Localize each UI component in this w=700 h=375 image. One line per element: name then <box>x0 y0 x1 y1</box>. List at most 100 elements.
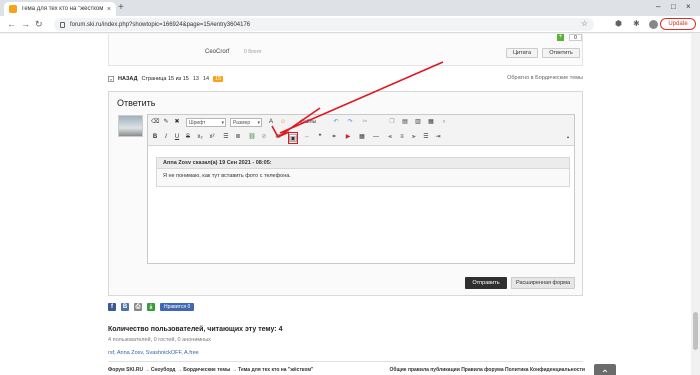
subscript-icon[interactable]: x₂ <box>196 133 204 141</box>
reply-box: Ответить ⌫ ✎ ✖ Шрифт Размер A ☺ файлы ↶ … <box>108 91 583 296</box>
bullet-list-icon[interactable]: ☰ <box>222 133 230 141</box>
post-blogs[interactable]: 0 блогя <box>244 49 261 55</box>
number-list-icon[interactable]: ≣ <box>234 133 242 141</box>
quote-header: Anna Zosv сказал(а) 19 Сен 2021 - 08:05: <box>157 158 569 169</box>
back-link[interactable]: НАЗАД <box>118 76 137 82</box>
advanced-form-button[interactable]: Расширенная форма <box>511 277 575 289</box>
close-tab-icon[interactable]: × <box>107 6 111 13</box>
paste-word-icon[interactable]: ▦ <box>427 118 435 126</box>
minimize-icon[interactable]: – <box>656 2 660 11</box>
back-to-section-link[interactable]: Обратно в Бордические темы <box>507 75 583 81</box>
reply-button[interactable]: Ответить <box>542 48 580 58</box>
quote-button[interactable]: Цитата <box>506 48 538 58</box>
justify-icon[interactable]: ☰ <box>422 133 430 141</box>
align-left-icon[interactable]: ⫷ <box>386 133 394 141</box>
undo-format-icon[interactable]: ⌫ <box>151 118 159 126</box>
close-window-icon[interactable]: × <box>686 2 691 11</box>
expand-toolbar-icon[interactable]: ▴ <box>564 133 572 141</box>
rich-text-editor: ⌫ ✎ ✖ Шрифт Размер A ☺ файлы ↶ ↷ ✂ ❐ ▤ ▥… <box>147 114 575 264</box>
post-author[interactable]: CeoCrorf <box>205 49 229 55</box>
users-reading-list[interactable]: rsf, Anna Zosv, SvashnickOFF, A.free <box>108 350 199 356</box>
download-icon[interactable]: ⤓ <box>147 303 155 311</box>
media-icon[interactable]: ⇔ <box>303 133 311 141</box>
new-tab-button[interactable]: + <box>118 2 124 14</box>
send-button[interactable]: Отправить <box>465 277 507 289</box>
scroll-to-top-icon[interactable]: ⌃ <box>594 364 616 375</box>
youtube-icon[interactable]: ▶ <box>344 133 352 141</box>
undo-icon[interactable]: ↶ <box>332 118 340 126</box>
hr-icon[interactable]: ― <box>372 133 380 141</box>
find-icon[interactable]: ⌕ <box>440 118 448 126</box>
facebook-icon[interactable]: f <box>108 303 116 311</box>
footer-links[interactable]: Общие правила публикации Правила форума … <box>390 367 586 373</box>
bookmark-star-icon[interactable]: ☆ <box>581 19 588 28</box>
underline-icon[interactable]: U <box>173 133 181 141</box>
site-favicon-icon <box>9 5 17 13</box>
facebook-like-button[interactable]: Нравится 0 <box>160 303 195 311</box>
previous-post: CeoCrorf 0 блогя + 0 Цитата Ответить <box>108 34 583 66</box>
unlink-icon[interactable]: ⊘ <box>260 133 268 141</box>
prev-page-icon[interactable]: « <box>108 75 114 82</box>
emoticon-icon[interactable]: ☺ <box>279 118 287 126</box>
quote-icon[interactable]: ❝ <box>316 133 324 141</box>
vk-icon[interactable]: B <box>121 303 129 311</box>
page-link-14[interactable]: 14 <box>203 76 209 82</box>
forum-page: CeoCrorf 0 блогя + 0 Цитата Ответить « Н… <box>98 34 595 375</box>
maximize-icon[interactable]: □ <box>671 2 676 11</box>
strike-icon[interactable]: S <box>184 133 192 141</box>
tab-title: Тема для тех кто на "жёстком" <box>21 6 103 12</box>
vote-count: 0 <box>569 34 582 41</box>
redo-icon[interactable]: ↷ <box>346 118 354 126</box>
users-reading-subtitle: 4 пользователей, 0 гостей, 0 анонимных <box>108 337 211 343</box>
annotation-highlight-box <box>288 132 298 144</box>
quote-body: Я не понимаю, как тут вставить фото с те… <box>163 173 291 179</box>
browser-tab[interactable]: Тема для тех кто на "жёстком" × <box>4 2 116 16</box>
pagination: « НАЗАД Страница 15 из 15 13 14 15 Обрат… <box>108 74 583 83</box>
scrollbar-thumb[interactable] <box>693 312 698 350</box>
tab-bar: Тема для тех кто на "жёстком" × + – □ × <box>0 0 700 16</box>
current-page: 15 <box>213 75 224 82</box>
address-bar[interactable]: forum.ski.ru/index.php?showtopic=166924&… <box>54 18 594 31</box>
page-viewport: CeoCrorf 0 блогя + 0 Цитата Ответить « Н… <box>0 34 700 375</box>
code-icon[interactable]: ⌗ <box>330 133 338 141</box>
align-right-icon[interactable]: ⫸ <box>410 133 418 141</box>
social-share-row: f B ⎙ ⤓ Нравится 0 <box>108 302 195 312</box>
vote-plus-button[interactable]: + <box>557 34 564 41</box>
reload-icon[interactable]: ↻ <box>35 19 43 29</box>
cut-icon[interactable]: ✂ <box>361 118 369 126</box>
print-icon[interactable]: ⎙ <box>134 303 142 311</box>
forward-arrow-icon[interactable]: → <box>21 19 30 29</box>
align-center-icon[interactable]: ≡ <box>398 133 406 141</box>
copy-icon[interactable]: ❐ <box>388 118 396 126</box>
back-arrow-icon[interactable]: ← <box>7 19 16 29</box>
superscript-icon[interactable]: x² <box>208 133 216 141</box>
footer-divider <box>108 361 583 362</box>
lock-icon <box>60 21 65 28</box>
email-icon[interactable]: ✉ <box>274 133 282 141</box>
editor-content[interactable]: Anna Zosv сказал(а) 19 Сен 2021 - 08:05:… <box>148 147 574 263</box>
link-icon[interactable]: ⛓ <box>248 133 256 141</box>
puzzle-icon[interactable]: ✱ <box>633 19 640 28</box>
italic-icon[interactable]: I <box>162 133 170 141</box>
page-info: Страница 15 из 15 <box>141 75 189 82</box>
footer-breadcrumb[interactable]: Форум SKI.RU → Сноуборд → Бордические те… <box>108 367 313 373</box>
clear-icon[interactable]: ✖ <box>173 118 181 126</box>
user-avatar <box>118 115 143 137</box>
indent-icon[interactable]: ⇥ <box>434 133 442 141</box>
url-text: forum.ski.ru/index.php?showtopic=166924&… <box>70 21 251 28</box>
font-select[interactable]: Шрифт <box>186 118 226 127</box>
attach-files-button[interactable]: файлы <box>295 118 321 126</box>
update-button[interactable]: Update <box>660 18 696 30</box>
table-icon[interactable]: ▦ <box>358 133 366 141</box>
quote-block: Anna Zosv сказал(а) 19 Сен 2021 - 08:05:… <box>156 157 570 187</box>
size-select[interactable]: Размер <box>230 118 262 127</box>
paste-text-icon[interactable]: ▥ <box>414 118 422 126</box>
paste-icon[interactable]: ▤ <box>401 118 409 126</box>
page-scrollbar[interactable] <box>691 34 700 375</box>
brush-icon[interactable]: ✎ <box>162 118 170 126</box>
bold-icon[interactable]: B <box>151 133 159 141</box>
profile-avatar[interactable] <box>649 20 658 29</box>
extension-icon[interactable]: ⬢ <box>615 19 622 28</box>
page-link-13[interactable]: 13 <box>193 76 199 82</box>
text-color-icon[interactable]: A <box>267 118 275 126</box>
